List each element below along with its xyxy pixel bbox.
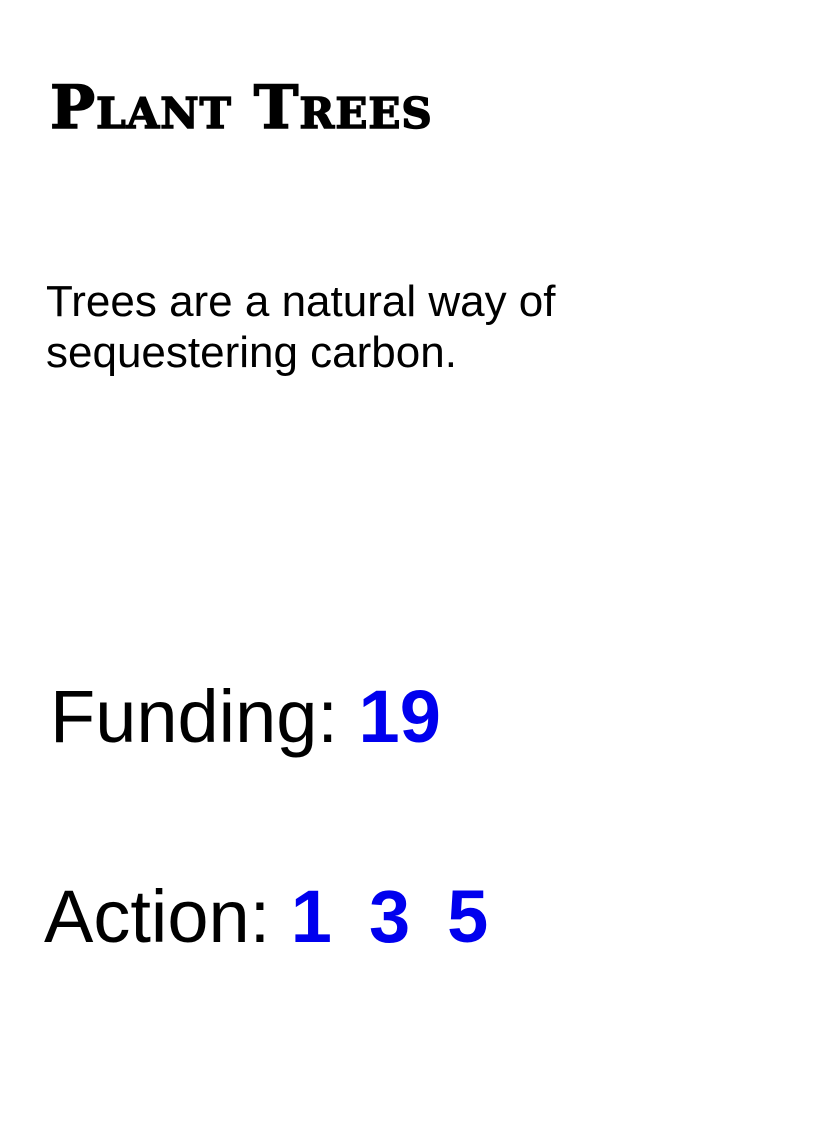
action-stat: Action: 135 [44,880,488,954]
game-card: Plant Trees Trees are a natural way of s… [0,0,825,1125]
funding-stat: Funding: 19 [50,680,441,754]
action-label: Action: [44,875,271,958]
action-value-2: 3 [368,875,411,958]
action-value-3: 5 [447,875,489,958]
card-title: Plant Trees [49,73,433,143]
action-value-1: 1 [290,875,332,958]
funding-value: 19 [358,675,441,758]
card-description: Trees are a natural way of sequestering … [46,277,556,377]
funding-label: Funding: [50,675,338,758]
